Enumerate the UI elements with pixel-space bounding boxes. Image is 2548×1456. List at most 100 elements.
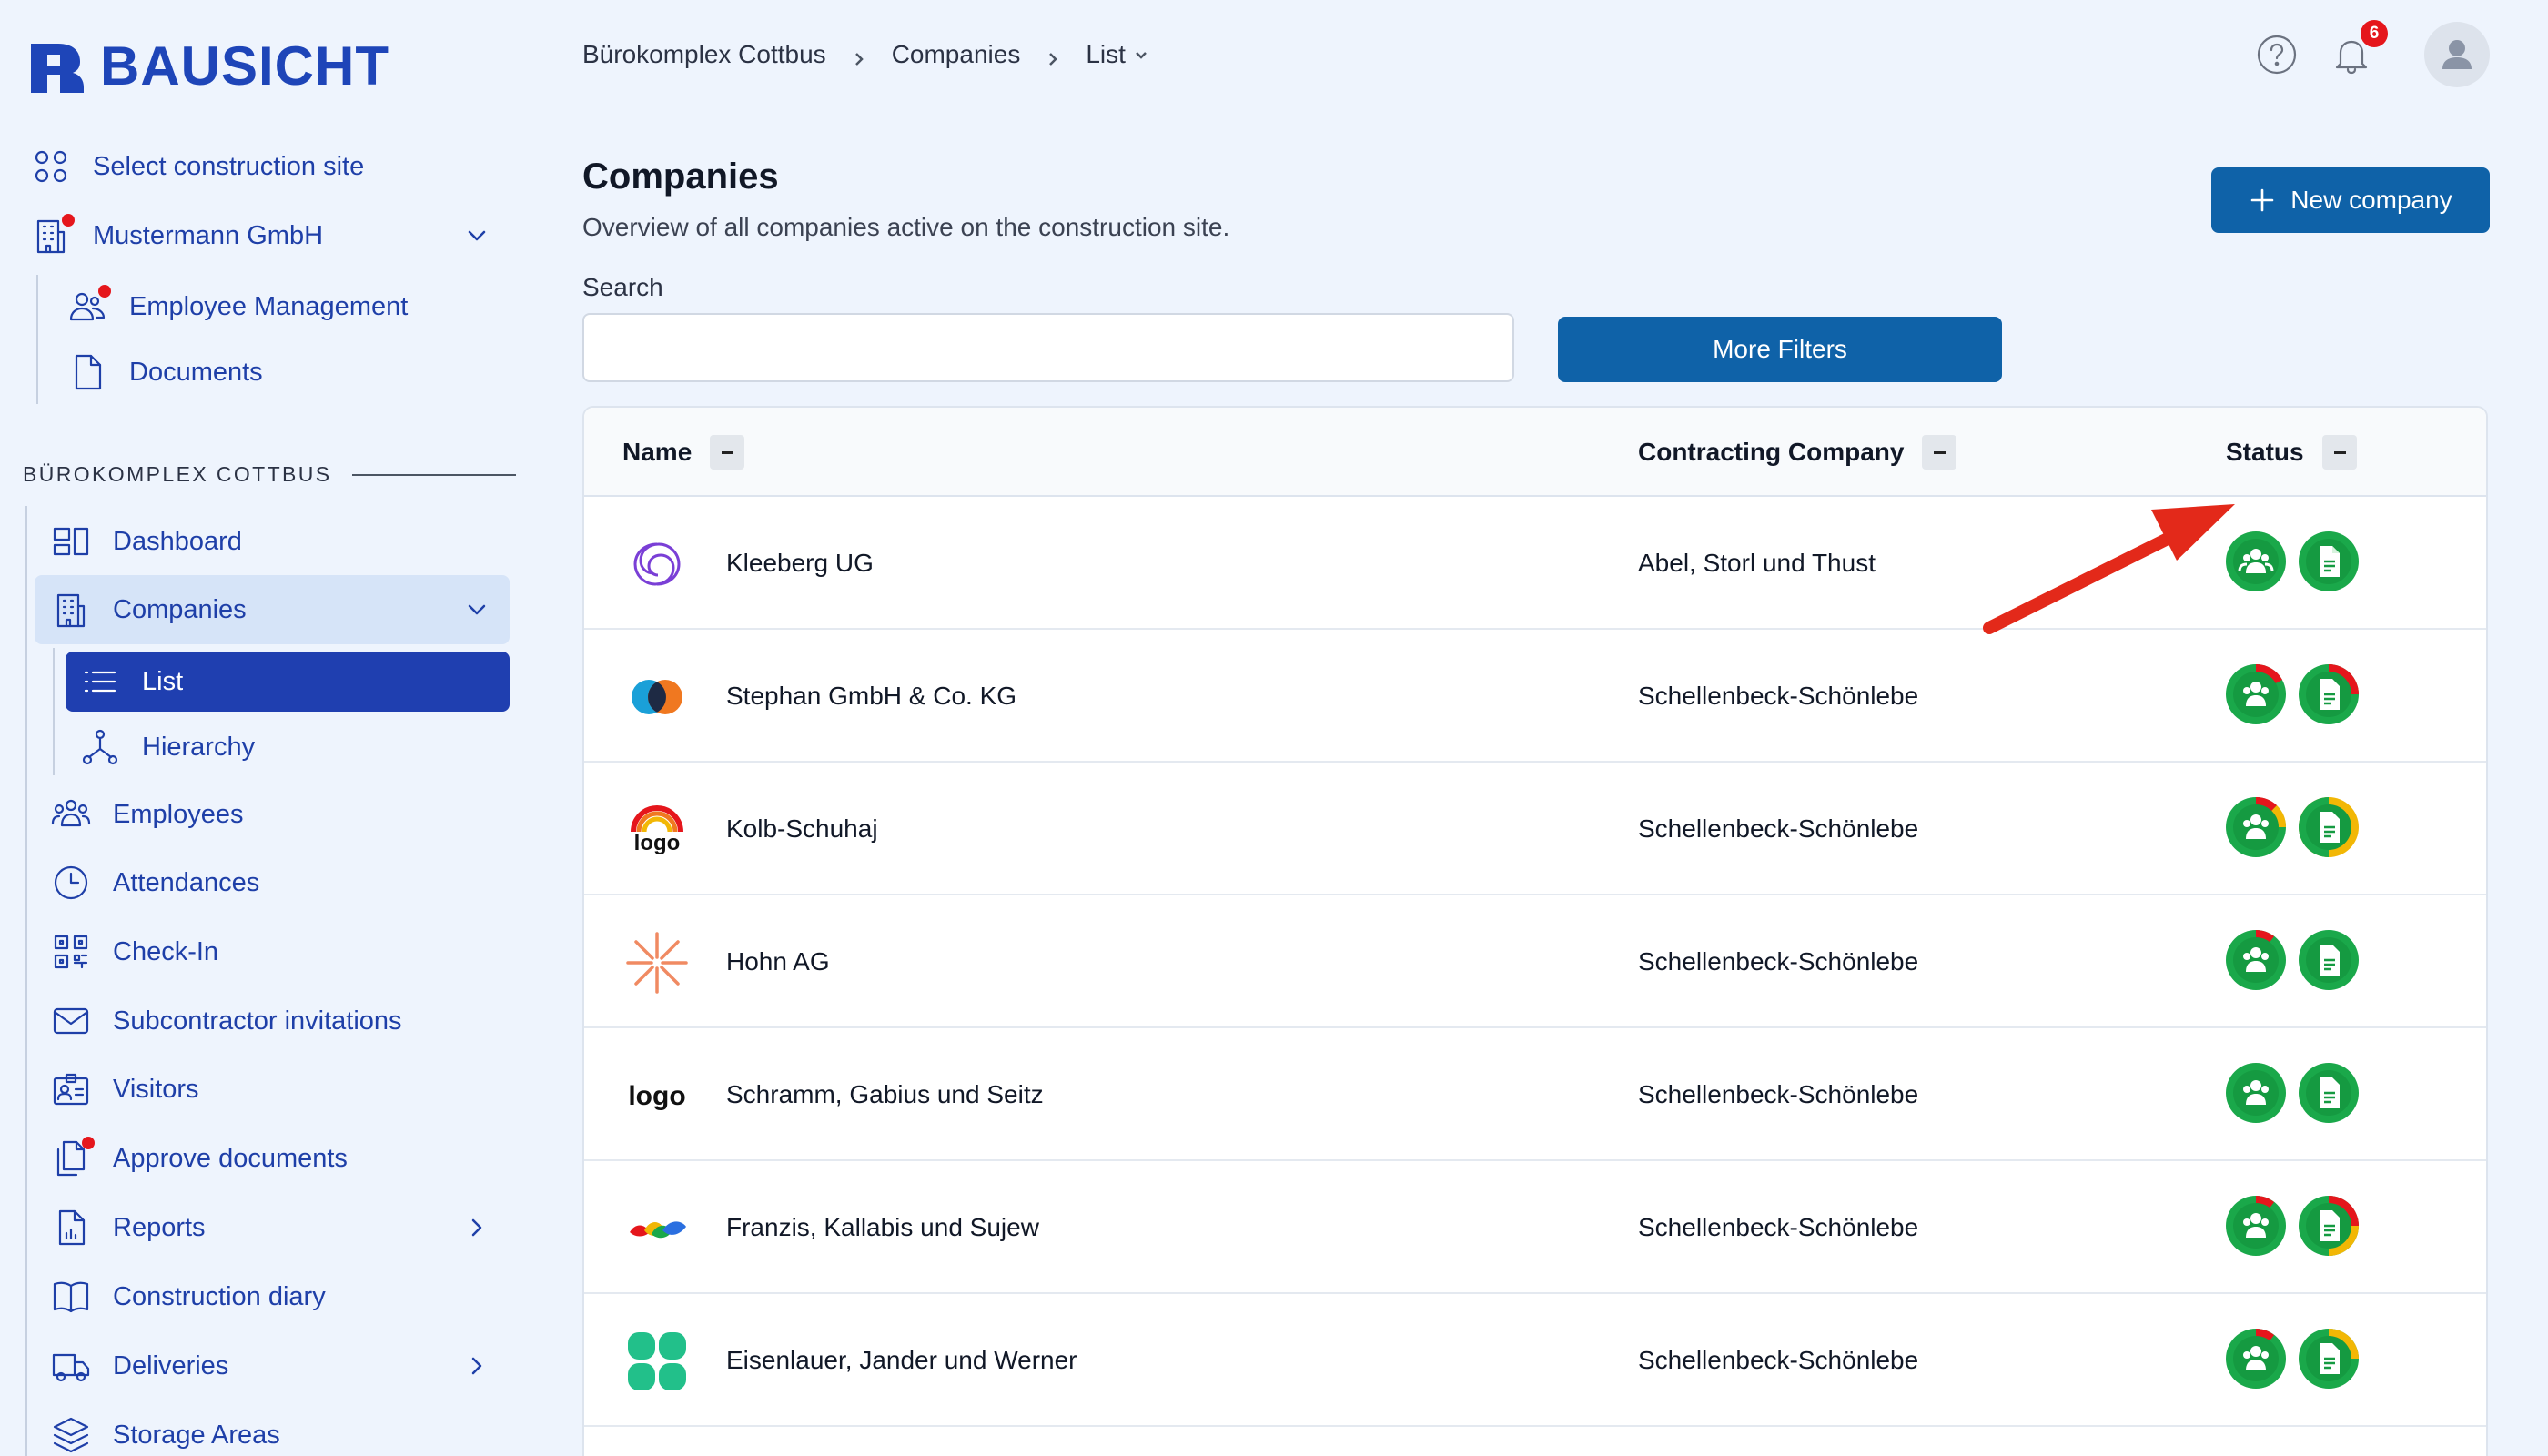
- more-filters-button[interactable]: More Filters: [1558, 317, 2002, 382]
- table-row[interactable]: logo Schramm, Gabius und Seitz Schellenb…: [584, 1028, 2486, 1161]
- sidebar-item-hierarchy[interactable]: Hierarchy: [80, 715, 255, 779]
- sidebar-item-companies[interactable]: Companies: [51, 578, 510, 642]
- plus-icon: [2250, 188, 2274, 212]
- sidebar-item-deliveries[interactable]: Deliveries: [51, 1334, 510, 1398]
- storage-areas-label: Storage Areas: [113, 1420, 280, 1450]
- company-name[interactable]: Franzis, Kallabis und Sujew: [726, 1161, 1039, 1294]
- collapse-column-button[interactable]: [710, 435, 745, 470]
- employee-status-icon[interactable]: [2226, 930, 2286, 990]
- company-name[interactable]: Kleeberg UG: [726, 497, 874, 630]
- visitors-label: Visitors: [113, 1074, 199, 1104]
- chevron-right-icon[interactable]: [464, 1215, 490, 1240]
- collapse-column-button[interactable]: [2321, 435, 2357, 470]
- contracting-company: Schellenbeck-Schönlebe: [1638, 1080, 1919, 1108]
- petals-logo-icon: [630, 1221, 686, 1239]
- envelope-icon: [51, 1001, 91, 1041]
- employee-status-icon[interactable]: [2226, 1196, 2286, 1256]
- list-icon: [80, 662, 120, 702]
- column-header-status[interactable]: Status: [2226, 408, 2357, 497]
- sidebar-item-reports[interactable]: Reports: [51, 1196, 510, 1259]
- sidebar-item-subcontractor-invitations[interactable]: Subcontractor invitations: [51, 989, 402, 1053]
- employee-status-icon[interactable]: [2226, 1063, 2286, 1123]
- page-subtitle: Overview of all companies active on the …: [582, 213, 1230, 241]
- hierarchy-label: Hierarchy: [142, 732, 256, 762]
- new-company-button[interactable]: New company: [2211, 167, 2490, 233]
- employee-status-icon[interactable]: [2226, 531, 2286, 592]
- sidebar-item-approve-documents[interactable]: Approve documents: [51, 1127, 348, 1190]
- document-status-icon[interactable]: [2299, 1329, 2359, 1389]
- collapse-column-button[interactable]: [1922, 435, 1957, 470]
- document-status-icon[interactable]: [2299, 1196, 2359, 1256]
- section-label: BÜROKOMPLEX COTTBUS: [23, 462, 516, 487]
- circles-logo-icon: [632, 680, 682, 714]
- document-status-icon[interactable]: [2299, 1063, 2359, 1123]
- column-name-label: Name: [622, 438, 693, 466]
- table-header: Name Contracting Company Status: [584, 408, 2486, 497]
- chevron-right-icon[interactable]: [464, 1353, 490, 1379]
- notification-dot: [82, 1137, 95, 1149]
- breadcrumb-site[interactable]: Bürokomplex Cottbus: [582, 40, 826, 69]
- company-selector[interactable]: Mustermann GmbH: [31, 204, 510, 268]
- building-icon: [51, 590, 91, 630]
- construction-diary-label: Construction diary: [113, 1281, 326, 1311]
- clover-logo-icon: [628, 1332, 686, 1390]
- brand-logo[interactable]: BAUSICHT: [27, 35, 389, 97]
- document-status-icon[interactable]: [2299, 797, 2359, 857]
- hierarchy-icon: [80, 727, 120, 767]
- search-input[interactable]: [582, 313, 1514, 382]
- breadcrumb-companies[interactable]: Companies: [892, 40, 1021, 69]
- sidebar-item-visitors[interactable]: Visitors: [51, 1057, 199, 1121]
- employee-status-icon[interactable]: [2226, 1329, 2286, 1389]
- sidebar-item-check-in[interactable]: Check-In: [51, 920, 218, 984]
- rainbow-logo-icon: logo: [631, 805, 683, 855]
- chevron-down-icon[interactable]: [464, 223, 490, 248]
- employees-icon: [67, 285, 111, 327]
- employee-management-label: Employee Management: [129, 291, 409, 321]
- sidebar-item-dashboard[interactable]: Dashboard: [51, 510, 242, 573]
- document-status-icon[interactable]: [2299, 531, 2359, 592]
- contracting-company: Schellenbeck-Schönlebe: [1638, 682, 1919, 710]
- company-name[interactable]: Kolb-Schuhaj: [726, 763, 878, 895]
- select-construction-site[interactable]: Select construction site: [31, 135, 364, 198]
- svg-text:logo: logo: [634, 831, 681, 855]
- employee-status-icon[interactable]: [2226, 796, 2287, 857]
- help-icon[interactable]: [2255, 33, 2299, 76]
- sidebar-item-construction-diary[interactable]: Construction diary: [51, 1265, 326, 1329]
- table-row[interactable]: Kleeberg UG Abel, Storl und Thust: [584, 497, 2486, 630]
- layers-icon: [51, 1415, 91, 1455]
- table-row[interactable]: logo Kolb-Schuhaj Schellenbeck-Schönlebe: [584, 763, 2486, 895]
- employee-status-icon[interactable]: [2226, 663, 2286, 724]
- document-status-icon[interactable]: [2299, 664, 2359, 724]
- sidebar-item-attendances[interactable]: Attendances: [51, 851, 259, 915]
- avatar[interactable]: [2424, 22, 2490, 87]
- qr-code-icon: [51, 932, 91, 972]
- document-status-icon[interactable]: [2299, 930, 2359, 990]
- sidebar-item-employees[interactable]: Employees: [51, 783, 243, 846]
- table-row[interactable]: Eisenlauer, Jander und Werner Schellenbe…: [584, 1294, 2486, 1427]
- breadcrumb-list[interactable]: List: [1086, 40, 1149, 69]
- new-company-label: New company: [2290, 186, 2452, 214]
- column-header-name[interactable]: Name: [622, 408, 745, 497]
- truck-icon: [51, 1346, 91, 1386]
- chevron-down-icon[interactable]: [464, 597, 490, 622]
- company-name[interactable]: Eisenlauer, Jander und Werner: [726, 1294, 1077, 1427]
- company-name[interactable]: Stephan GmbH & Co. KG: [726, 630, 1016, 763]
- contracting-company: Schellenbeck-Schönlebe: [1638, 1213, 1919, 1241]
- table-row[interactable]: Hohn AG Schellenbeck-Schönlebe: [584, 895, 2486, 1028]
- column-header-contracting-company[interactable]: Contracting Company: [1638, 408, 1957, 497]
- sidebar-item-employee-management[interactable]: Employee Management: [67, 275, 408, 339]
- breadcrumb-list-label: List: [1086, 40, 1126, 68]
- column-contracting-label: Contracting Company: [1638, 438, 1905, 466]
- notification-count-badge: 6: [2361, 20, 2388, 47]
- sidebar-item-storage-areas[interactable]: Storage Areas: [51, 1403, 280, 1456]
- check-in-label: Check-In: [113, 936, 219, 966]
- sidebar-item-list[interactable]: List: [80, 650, 183, 713]
- sidebar-item-documents[interactable]: Documents: [67, 340, 263, 404]
- table-row[interactable]: Franzis, Kallabis und Sujew Schellenbeck…: [584, 1161, 2486, 1294]
- table-row[interactable]: Stephan GmbH & Co. KG Schellenbeck-Schön…: [584, 630, 2486, 763]
- contracting-company: Schellenbeck-Schönlebe: [1638, 814, 1919, 843]
- company-name[interactable]: Schramm, Gabius und Seitz: [726, 1028, 1044, 1161]
- company-name[interactable]: Hohn AG: [726, 895, 830, 1028]
- column-status-label: Status: [2226, 438, 2304, 466]
- contracting-company: Schellenbeck-Schönlebe: [1638, 1346, 1919, 1374]
